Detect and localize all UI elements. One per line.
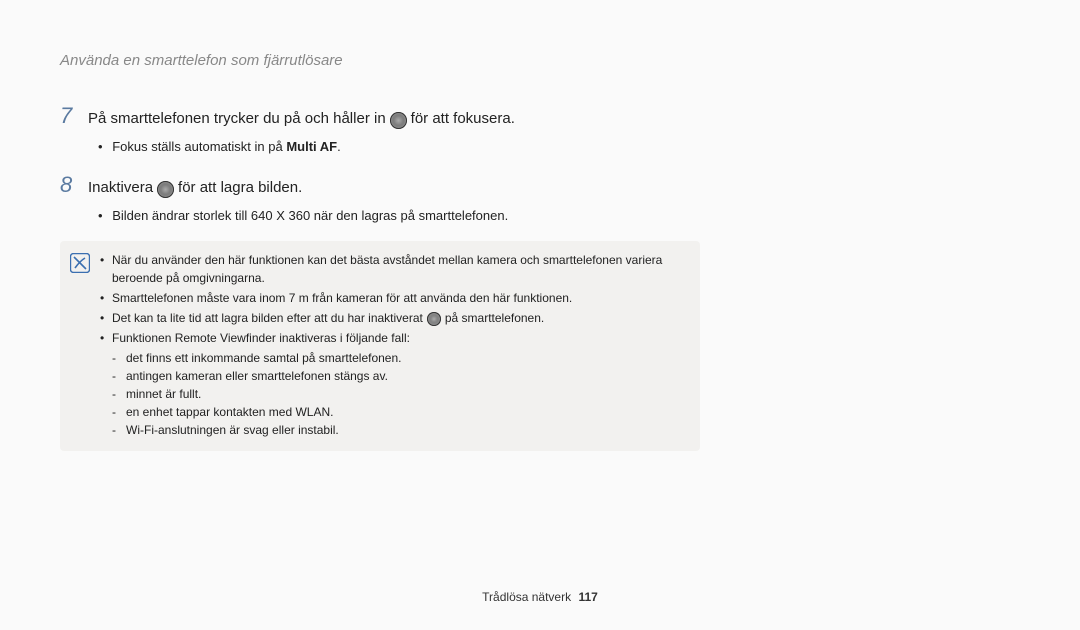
note-item: Smarttelefonen måste vara inom 7 m från …: [100, 289, 686, 307]
sub-bullet: Fokus ställs automatiskt in på Multi AF.: [98, 137, 1020, 157]
step-7: 7 På smarttelefonen trycker du på och hå…: [60, 103, 1020, 131]
step-text-post: för att fokusera.: [411, 108, 515, 131]
step-8: 8 Inaktivera för att lagra bilden.: [60, 172, 1020, 200]
note-item: Det kan ta lite tid att lagra bilden eft…: [100, 309, 686, 327]
page-number: 117: [578, 590, 597, 604]
note-item: När du använder den här funktionen kan d…: [100, 251, 686, 287]
shutter-icon: [157, 181, 174, 198]
dash-item: minnet är fullt.: [112, 385, 686, 403]
dash-list: det finns ett inkommande samtal på smart…: [112, 349, 686, 439]
step-text: Inaktivera för att lagra bilden.: [88, 177, 302, 200]
note-box: När du använder den här funktionen kan d…: [60, 241, 700, 451]
step-text-pre: Inaktivera: [88, 177, 153, 200]
chapter-title: Använda en smarttelefon som fjärrutlösar…: [60, 52, 1020, 69]
sub-bullet: Bilden ändrar storlek till 640 X 360 när…: [98, 206, 1020, 226]
footer-label: Trådlösa nätverk: [482, 590, 571, 604]
note-list: När du använder den här funktionen kan d…: [100, 251, 686, 441]
step-number: 7: [60, 103, 88, 129]
step-text-post: för att lagra bilden.: [178, 177, 302, 200]
dash-item: antingen kameran eller smarttelefonen st…: [112, 367, 686, 385]
step-number: 8: [60, 172, 88, 198]
dash-item: det finns ett inkommande samtal på smart…: [112, 349, 686, 367]
step-8-sub: Bilden ändrar storlek till 640 X 360 när…: [98, 206, 1020, 226]
note-item: Funktionen Remote Viewfinder inaktiveras…: [100, 329, 686, 439]
note-icon: [70, 253, 90, 273]
shutter-icon: [427, 312, 441, 326]
page-footer: Trådlösa nätverk 117: [0, 590, 1080, 604]
dash-item: Wi-Fi-anslutningen är svag eller instabi…: [112, 421, 686, 439]
step-7-sub: Fokus ställs automatiskt in på Multi AF.: [98, 137, 1020, 157]
dash-item: en enhet tappar kontakten med WLAN.: [112, 403, 686, 421]
step-text: På smarttelefonen trycker du på och håll…: [88, 108, 515, 131]
manual-page: Använda en smarttelefon som fjärrutlösar…: [0, 0, 1080, 630]
step-text-pre: På smarttelefonen trycker du på och håll…: [88, 108, 386, 131]
shutter-icon: [390, 112, 407, 129]
